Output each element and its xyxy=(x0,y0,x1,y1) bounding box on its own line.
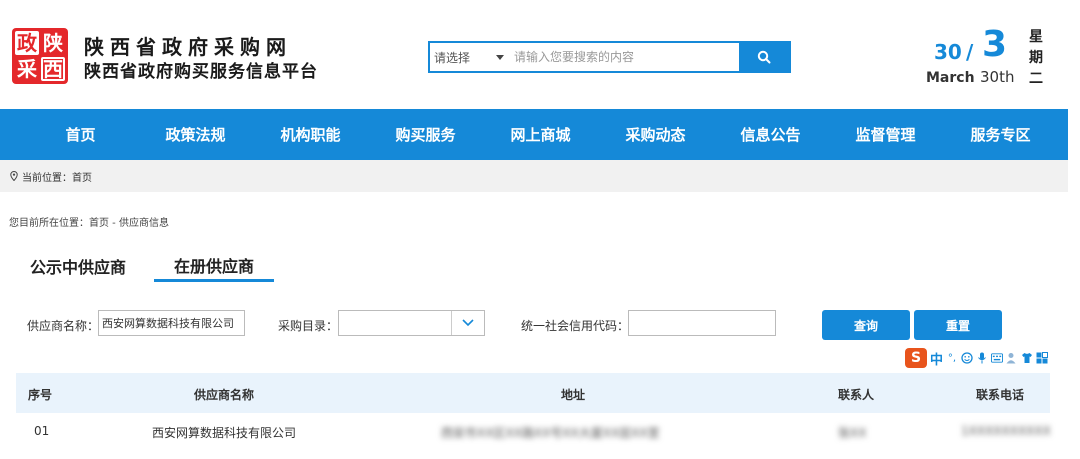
search-icon xyxy=(757,50,771,64)
weekday-char: 二 xyxy=(1029,71,1043,87)
logo-char: 陕 xyxy=(43,31,63,55)
column-header-index: 序号 xyxy=(28,388,53,402)
search-input[interactable] xyxy=(512,43,739,71)
date-slash: / xyxy=(966,40,974,64)
credit-code-input[interactable] xyxy=(628,310,776,336)
breadcrumb-text: 当前位置：首页 xyxy=(22,172,92,184)
column-header-supplier-name: 供应商名称 xyxy=(194,388,255,402)
current-location: 您目前所在位置：首页 - 供应商信息 xyxy=(9,218,169,229)
weekday-char: 星 xyxy=(1029,29,1043,45)
breadcrumb: 当前位置：首页 xyxy=(0,160,1068,192)
nav-item-policy[interactable]: 政策法规 xyxy=(138,109,253,160)
filter-bar: 供应商名称： 西安网算数据科技有限公司 采购目录： 统一社会信用代码： 查询 重… xyxy=(0,308,1068,340)
toolbox-grid-icon[interactable] xyxy=(1036,352,1049,364)
logo-char: 西 xyxy=(41,57,65,81)
search-category-select[interactable]: 请选择 xyxy=(430,43,512,71)
nav-item-service-zone[interactable]: 服务专区 xyxy=(943,109,1058,160)
search-button[interactable] xyxy=(739,43,789,71)
catalog-select[interactable] xyxy=(338,310,485,336)
emoji-icon[interactable] xyxy=(961,352,973,364)
cell-address: 西安市XX区XX路XX号XX大厦XX层XX室 xyxy=(441,426,660,440)
column-header-address: 地址 xyxy=(561,388,586,402)
supplier-tabs: 公示中供应商 在册供应商 xyxy=(12,250,1068,282)
site-subtitle: 陕西省政府购买服务信息平台 xyxy=(84,62,318,82)
search-category-label: 请选择 xyxy=(434,50,471,65)
location-pin-icon xyxy=(10,171,18,181)
credit-code-label: 统一社会信用代码： xyxy=(521,319,630,333)
main-nav: 首页 政策法规 机构职能 购买服务 网上商城 采购动态 信息公告 监督管理 服务… xyxy=(0,109,1068,160)
reset-button[interactable]: 重置 xyxy=(914,310,1002,340)
nav-item-home[interactable]: 首页 xyxy=(23,109,138,160)
nav-item-supervision[interactable]: 监督管理 xyxy=(828,109,943,160)
catalog-label: 采购目录： xyxy=(278,319,339,333)
caret-down-icon xyxy=(496,55,504,60)
user-icon[interactable] xyxy=(1006,352,1018,364)
cell-phone: 1XXXXXXXXXX xyxy=(961,424,1051,438)
table-header: 序号 供应商名称 地址 联系人 联系电话 xyxy=(16,373,1050,413)
site-title: 陕西省政府采购网 xyxy=(84,35,292,59)
search-bar: 请选择 xyxy=(428,41,791,73)
keyboard-icon[interactable] xyxy=(991,352,1004,364)
supplier-name-label: 供应商名称： xyxy=(27,319,100,333)
date-month-name: March xyxy=(926,70,975,86)
ime-toolbar: S 中 °, xyxy=(905,347,1080,369)
ime-punctuation[interactable]: °, xyxy=(946,352,958,364)
site-header: 政 陕 采 西 陕西省政府采购网 陕西省政府购买服务信息平台 请选择 30 / … xyxy=(0,0,1080,109)
cell-index: 01 xyxy=(34,424,50,438)
nav-item-procurement-news[interactable]: 采购动态 xyxy=(598,109,713,160)
cell-supplier-name[interactable]: 西安网算数据科技有限公司 xyxy=(152,424,296,441)
nav-item-online-mall[interactable]: 网上商城 xyxy=(483,109,598,160)
weekday-char: 期 xyxy=(1029,50,1043,66)
nav-item-purchase-service[interactable]: 购买服务 xyxy=(368,109,483,160)
table-row[interactable]: 01 西安网算数据科技有限公司 西安市XX区XX路XX号XX大厦XX层XX室 张… xyxy=(16,413,1051,453)
tab-registered-suppliers[interactable]: 在册供应商 xyxy=(154,250,275,282)
query-button[interactable]: 查询 xyxy=(822,310,910,340)
nav-item-announcements[interactable]: 信息公告 xyxy=(713,109,828,160)
tab-public-suppliers[interactable]: 公示中供应商 xyxy=(30,250,126,282)
date-day: 30 xyxy=(934,40,962,64)
cell-contact: 张XX xyxy=(838,426,867,440)
weekday: 星 期 二 xyxy=(1028,27,1044,90)
sogou-logo-icon[interactable]: S xyxy=(905,348,927,368)
ime-mode[interactable]: 中 xyxy=(930,349,943,368)
date-display: 30 / 3 March 30th xyxy=(926,24,1026,90)
column-header-contact: 联系人 xyxy=(838,388,875,402)
date-ordinal: 30th xyxy=(980,68,1015,86)
nav-item-institution[interactable]: 机构职能 xyxy=(253,109,368,160)
column-header-phone: 联系电话 xyxy=(976,388,1025,402)
chevron-down-icon[interactable] xyxy=(451,311,484,335)
site-logo[interactable]: 政 陕 采 西 xyxy=(12,28,68,84)
logo-char: 政 xyxy=(15,31,39,55)
skin-shirt-icon[interactable] xyxy=(1021,352,1033,364)
logo-char: 采 xyxy=(17,57,37,81)
microphone-icon[interactable] xyxy=(976,352,988,364)
date-month-number: 3 xyxy=(982,24,1008,65)
supplier-name-input[interactable]: 西安网算数据科技有限公司 xyxy=(98,310,245,336)
